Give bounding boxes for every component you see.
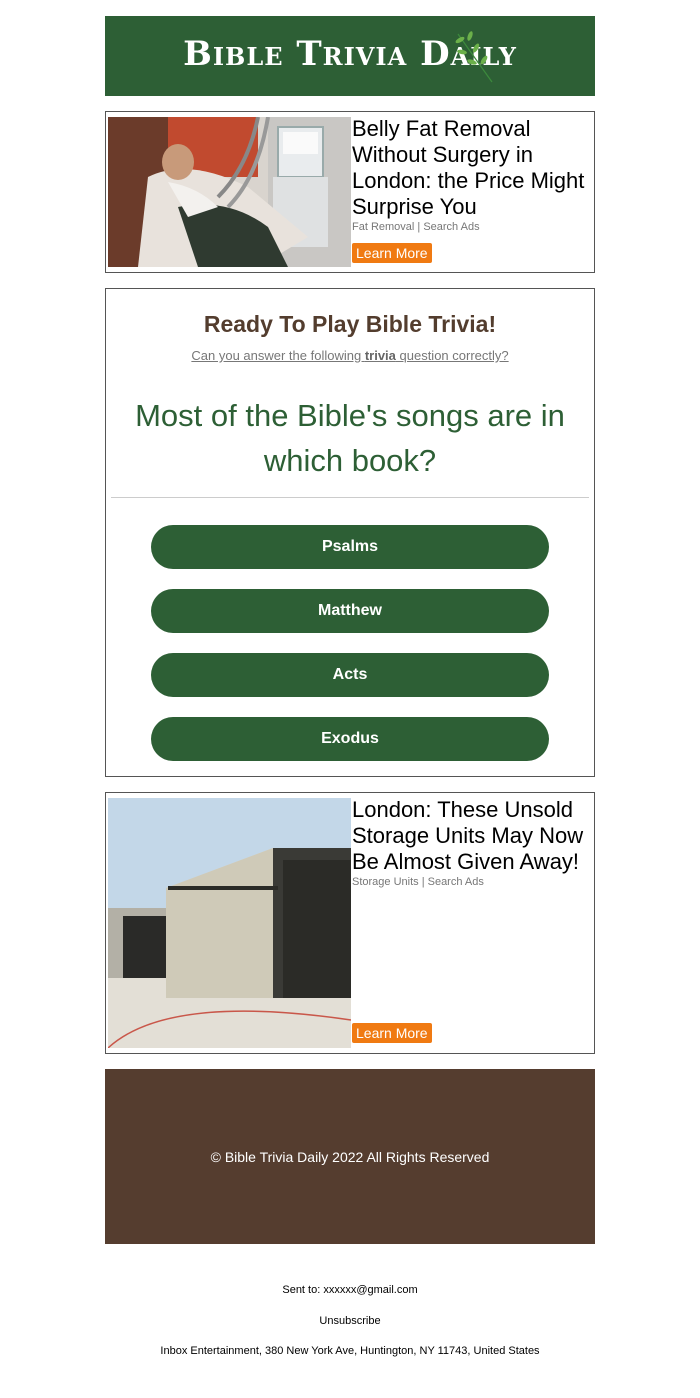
answer-button-exodus[interactable]: Exodus (151, 717, 549, 761)
quiz-subtitle-pre: Can you answer the following (191, 348, 365, 363)
answer-button-psalms[interactable]: Psalms (151, 525, 549, 569)
sent-to-text: Sent to: xxxxxx@gmail.com (282, 1284, 418, 1296)
trivia-question: Most of the Bible's songs are in which b… (135, 398, 565, 478)
ad-source: Fat Removal | Search Ads (352, 221, 480, 233)
header-banner: Bible Trivia Daily (105, 16, 595, 96)
answer-button-matthew[interactable]: Matthew (151, 589, 549, 633)
answer-button-acts[interactable]: Acts (151, 653, 549, 697)
trivia-card: Ready To Play Bible Trivia! Can you answ… (105, 288, 595, 777)
quiz-subtitle-post: question correctly? (395, 348, 509, 363)
ad-source: Storage Units | Search Ads (352, 876, 484, 888)
divider (111, 497, 589, 498)
quiz-title: Ready To Play Bible Trivia! (203, 311, 497, 337)
footer: © Bible Trivia Daily 2022 All Rights Res… (105, 1069, 595, 1244)
ad-headline[interactable]: London: These Unsold Storage Units May N… (352, 797, 590, 875)
unsubscribe-link[interactable]: Unsubscribe (0, 1315, 700, 1327)
sponsored-ad-top[interactable]: Belly Fat Removal Without Surgery in Lon… (105, 111, 595, 273)
quiz-subtitle[interactable]: Can you answer the following trivia ques… (106, 348, 594, 363)
company-address: Inbox Entertainment, 380 New York Ave, H… (160, 1345, 540, 1357)
ad-headline[interactable]: Belly Fat Removal Without Surgery in Lon… (352, 116, 590, 220)
copyright-text: © Bible Trivia Daily 2022 All Rights Res… (210, 1148, 490, 1165)
quiz-subtitle-bold: trivia (364, 348, 396, 363)
olive-branch-icon (455, 31, 493, 83)
learn-more-button[interactable]: Learn More (352, 243, 432, 263)
ad-image-fat-removal[interactable] (108, 117, 351, 267)
learn-more-button[interactable]: Learn More (352, 1023, 432, 1043)
ad-image-storage-units[interactable] (108, 798, 351, 1048)
sponsored-ad-bottom[interactable]: London: These Unsold Storage Units May N… (105, 792, 595, 1054)
